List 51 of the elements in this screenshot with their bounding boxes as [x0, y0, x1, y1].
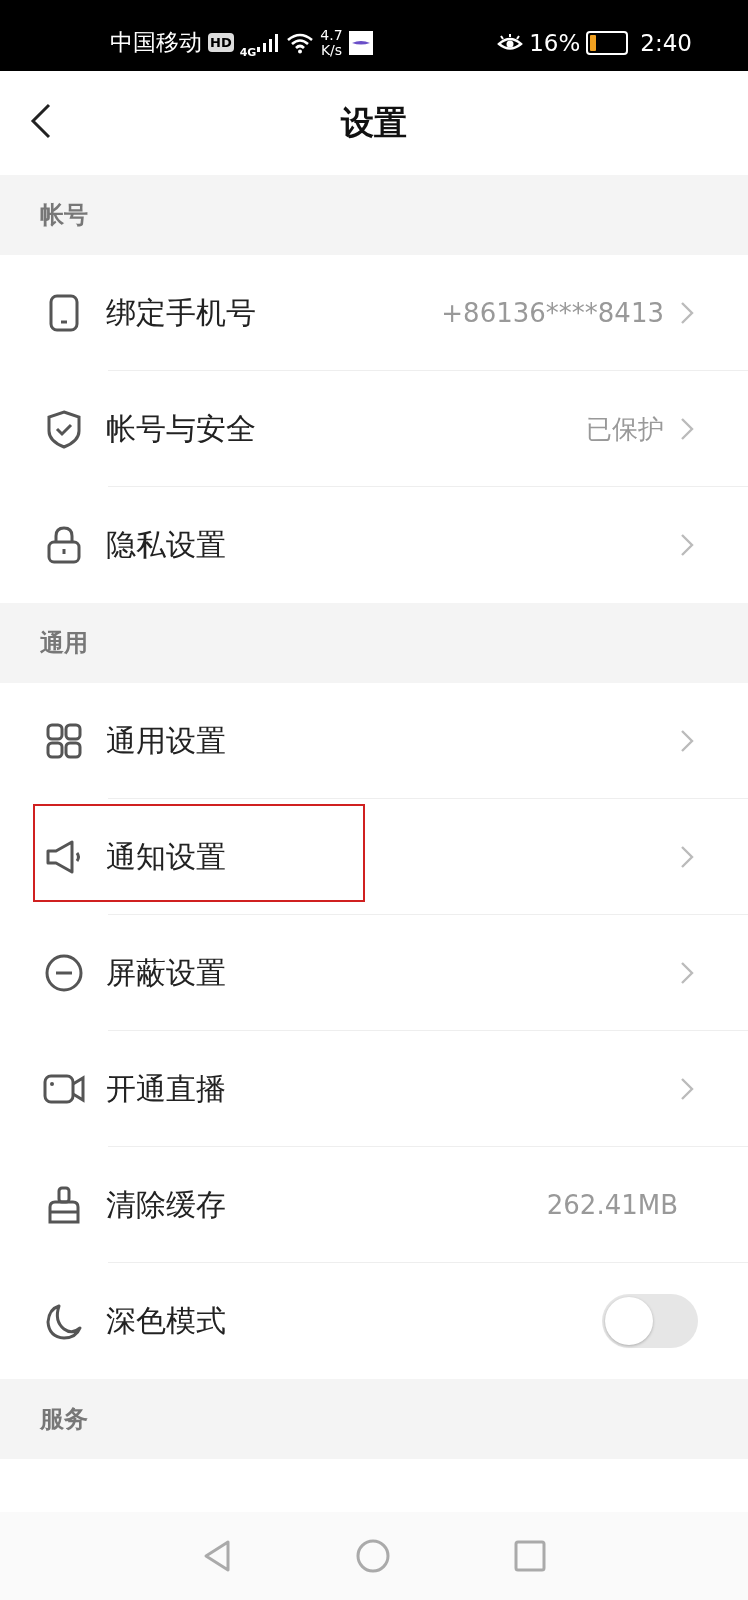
- item-label: 通用设置: [106, 721, 226, 760]
- chevron-right-icon: [680, 417, 694, 441]
- settings-item[interactable]: 绑定手机号 +86136****8413: [0, 255, 748, 371]
- section-title: 帐号: [40, 200, 88, 231]
- network-type: 4G: [239, 46, 257, 59]
- item-label: 屏蔽设置: [106, 953, 226, 992]
- grid-icon: [44, 721, 84, 761]
- settings-item[interactable]: 通用设置: [0, 683, 748, 799]
- item-label: 清除缓存: [106, 1185, 226, 1224]
- item-value: 已保护: [586, 412, 664, 446]
- back-nav-icon[interactable]: [202, 1539, 232, 1573]
- settings-item[interactable]: 深色模式: [0, 1263, 748, 1379]
- settings-item[interactable]: 隐私设置: [0, 487, 748, 603]
- chevron-right-icon: [680, 845, 694, 869]
- page-title: 设置: [341, 101, 407, 144]
- settings-item[interactable]: 帐号与安全 已保护: [0, 371, 748, 487]
- item-label: 开通直播: [106, 1069, 226, 1108]
- item-value: 262.41MB: [546, 1190, 678, 1220]
- item-label: 通知设置: [106, 837, 226, 876]
- back-button[interactable]: [30, 103, 52, 139]
- section-title: 服务: [40, 1404, 88, 1435]
- item-label: 绑定手机号: [106, 293, 256, 332]
- carrier-name: 中国移动: [110, 28, 202, 57]
- speed-unit: K/s: [320, 42, 343, 58]
- settings-item[interactable]: 通知设置: [0, 799, 748, 915]
- battery-icon: [586, 30, 629, 55]
- clock-time: 2:40: [640, 29, 692, 56]
- item-value: +86136****8413: [441, 298, 664, 328]
- item-label: 帐号与安全: [106, 409, 256, 448]
- item-label: 深色模式: [106, 1301, 226, 1340]
- minus-circle-icon: [44, 953, 84, 993]
- settings-item[interactable]: 屏蔽设置: [0, 915, 748, 1031]
- settings-item[interactable]: 开通直播: [0, 1031, 748, 1147]
- eye-icon: [497, 32, 524, 53]
- chevron-right-icon: [680, 1077, 694, 1101]
- wifi-icon: [286, 31, 315, 54]
- chevron-right-icon: [680, 301, 694, 325]
- item-label: 隐私设置: [106, 525, 226, 564]
- battery-percent: 16%: [529, 29, 581, 56]
- network-badge: HD: [208, 33, 234, 52]
- recents-nav-icon[interactable]: [514, 1540, 546, 1572]
- chevron-right-icon: [680, 533, 694, 557]
- section-title: 通用: [40, 628, 88, 659]
- settings-item[interactable]: 清除缓存 262.41MB: [0, 1147, 748, 1263]
- home-nav-icon[interactable]: [356, 1539, 390, 1573]
- chevron-right-icon: [680, 961, 694, 985]
- chevron-right-icon: [680, 729, 694, 753]
- app-notification-icon: [348, 30, 373, 55]
- speed-value: 4.7: [320, 27, 343, 43]
- toggle-switch[interactable]: [602, 1294, 698, 1348]
- signal-icon: [256, 32, 281, 53]
